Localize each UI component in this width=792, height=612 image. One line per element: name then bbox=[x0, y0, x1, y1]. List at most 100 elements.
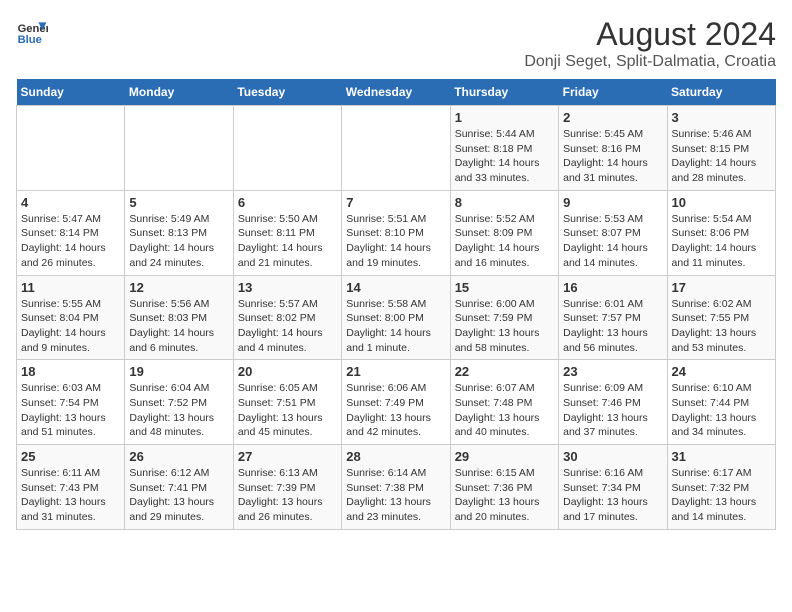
day-number: 3 bbox=[672, 110, 771, 125]
day-number: 15 bbox=[455, 280, 554, 295]
calendar-cell: 30Sunrise: 6:16 AM Sunset: 7:34 PM Dayli… bbox=[559, 445, 667, 530]
col-header-thursday: Thursday bbox=[450, 79, 558, 106]
day-number: 5 bbox=[129, 195, 228, 210]
day-detail: Sunrise: 6:12 AM Sunset: 7:41 PM Dayligh… bbox=[129, 466, 228, 525]
calendar-cell: 3 Sunrise: 5:46 AM Sunset: 8:15 PM Daylig… bbox=[667, 106, 775, 191]
day-number: 13 bbox=[238, 280, 337, 295]
day-number: 11 bbox=[21, 280, 120, 295]
svg-text:Blue: Blue bbox=[18, 34, 42, 46]
day-detail: Sunrise: 6:00 AM Sunset: 7:59 PM Dayligh… bbox=[455, 297, 554, 356]
day-detail: Sunrise: 6:17 AM Sunset: 7:32 PM Dayligh… bbox=[672, 466, 771, 525]
day-detail: Sunrise: 6:04 AM Sunset: 7:52 PM Dayligh… bbox=[129, 381, 228, 440]
calendar-cell: 4Sunrise: 5:47 AM Sunset: 8:14 PM Daylig… bbox=[17, 190, 125, 275]
day-number: 8 bbox=[455, 195, 554, 210]
col-header-wednesday: Wednesday bbox=[342, 79, 450, 106]
day-detail: Sunrise: 5:56 AM Sunset: 8:03 PM Dayligh… bbox=[129, 297, 228, 356]
calendar-cell: 5 Sunrise: 5:49 AM Sunset: 8:13 PM Daylig… bbox=[125, 190, 233, 275]
day-number: 18 bbox=[21, 364, 120, 379]
calendar-week-4: 18 Sunrise: 6:03 AM Sunset: 7:54 PM Dayli… bbox=[17, 360, 776, 445]
title-block: August 2024 Donji Seget, Split-Dalmatia,… bbox=[524, 16, 776, 71]
day-number: 31 bbox=[672, 449, 771, 464]
day-detail: Sunrise: 5:50 AM Sunset: 8:11 PM Dayligh… bbox=[238, 212, 337, 271]
day-detail: Sunrise: 6:15 AM Sunset: 7:36 PM Dayligh… bbox=[455, 466, 554, 525]
day-number: 7 bbox=[346, 195, 445, 210]
day-detail: Sunrise: 6:14 AM Sunset: 7:38 PM Dayligh… bbox=[346, 466, 445, 525]
calendar-cell: 2 Sunrise: 5:45 AM Sunset: 8:16 PM Daylig… bbox=[559, 106, 667, 191]
day-detail: Sunrise: 5:44 AM Sunset: 8:18 PM Dayligh… bbox=[455, 127, 554, 186]
calendar-cell: 13 Sunrise: 5:57 AM Sunset: 8:02 PM Dayli… bbox=[233, 275, 341, 360]
calendar-table: SundayMondayTuesdayWednesdayThursdayFrid… bbox=[16, 79, 776, 530]
calendar-cell: 1 Sunrise: 5:44 AM Sunset: 8:18 PM Daylig… bbox=[450, 106, 558, 191]
day-number: 25 bbox=[21, 449, 120, 464]
calendar-week-1: 1 Sunrise: 5:44 AM Sunset: 8:18 PM Daylig… bbox=[17, 106, 776, 191]
page-subtitle: Donji Seget, Split-Dalmatia, Croatia bbox=[524, 53, 776, 71]
day-detail: Sunrise: 6:03 AM Sunset: 7:54 PM Dayligh… bbox=[21, 381, 120, 440]
day-detail: Sunrise: 5:57 AM Sunset: 8:02 PM Dayligh… bbox=[238, 297, 337, 356]
calendar-cell: 9Sunrise: 5:53 AM Sunset: 8:07 PM Daylig… bbox=[559, 190, 667, 275]
day-number: 14 bbox=[346, 280, 445, 295]
day-number: 9 bbox=[563, 195, 662, 210]
calendar-cell: 19 Sunrise: 6:04 AM Sunset: 7:52 PM Dayli… bbox=[125, 360, 233, 445]
day-number: 10 bbox=[672, 195, 771, 210]
day-detail: Sunrise: 5:49 AM Sunset: 8:13 PM Dayligh… bbox=[129, 212, 228, 271]
day-number: 1 bbox=[455, 110, 554, 125]
day-number: 20 bbox=[238, 364, 337, 379]
calendar-cell: 22 Sunrise: 6:07 AM Sunset: 7:48 PM Dayli… bbox=[450, 360, 558, 445]
calendar-week-5: 25 Sunrise: 6:11 AM Sunset: 7:43 PM Dayli… bbox=[17, 445, 776, 530]
day-number: 23 bbox=[563, 364, 662, 379]
page-title: August 2024 bbox=[524, 16, 776, 53]
day-detail: Sunrise: 6:01 AM Sunset: 7:57 PM Dayligh… bbox=[563, 297, 662, 356]
calendar-cell: 11 Sunrise: 5:55 AM Sunset: 8:04 PM Dayli… bbox=[17, 275, 125, 360]
calendar-cell: 21 Sunrise: 6:06 AM Sunset: 7:49 PM Dayli… bbox=[342, 360, 450, 445]
day-number: 4 bbox=[21, 195, 120, 210]
day-detail: Sunrise: 5:51 AM Sunset: 8:10 PM Dayligh… bbox=[346, 212, 445, 271]
calendar-cell: 8 Sunrise: 5:52 AM Sunset: 8:09 PM Daylig… bbox=[450, 190, 558, 275]
day-detail: Sunrise: 5:55 AM Sunset: 8:04 PM Dayligh… bbox=[21, 297, 120, 356]
calendar-cell: 28 Sunrise: 6:14 AM Sunset: 7:38 PM Dayli… bbox=[342, 445, 450, 530]
day-number: 24 bbox=[672, 364, 771, 379]
day-detail: Sunrise: 6:13 AM Sunset: 7:39 PM Dayligh… bbox=[238, 466, 337, 525]
day-detail: Sunrise: 6:11 AM Sunset: 7:43 PM Dayligh… bbox=[21, 466, 120, 525]
day-number: 22 bbox=[455, 364, 554, 379]
day-detail: Sunrise: 5:46 AM Sunset: 8:15 PM Dayligh… bbox=[672, 127, 771, 186]
day-number: 21 bbox=[346, 364, 445, 379]
day-detail: Sunrise: 5:52 AM Sunset: 8:09 PM Dayligh… bbox=[455, 212, 554, 271]
calendar-cell: 26Sunrise: 6:12 AM Sunset: 7:41 PM Dayli… bbox=[125, 445, 233, 530]
calendar-week-2: 4Sunrise: 5:47 AM Sunset: 8:14 PM Daylig… bbox=[17, 190, 776, 275]
calendar-cell: 15 Sunrise: 6:00 AM Sunset: 7:59 PM Dayli… bbox=[450, 275, 558, 360]
day-detail: Sunrise: 6:05 AM Sunset: 7:51 PM Dayligh… bbox=[238, 381, 337, 440]
day-number: 12 bbox=[129, 280, 228, 295]
calendar-header-row: SundayMondayTuesdayWednesdayThursdayFrid… bbox=[17, 79, 776, 106]
calendar-week-3: 11 Sunrise: 5:55 AM Sunset: 8:04 PM Dayli… bbox=[17, 275, 776, 360]
page-header: General Blue August 2024 Donji Seget, Sp… bbox=[16, 16, 776, 71]
col-header-saturday: Saturday bbox=[667, 79, 775, 106]
col-header-tuesday: Tuesday bbox=[233, 79, 341, 106]
calendar-cell bbox=[125, 106, 233, 191]
calendar-cell: 6 Sunrise: 5:50 AM Sunset: 8:11 PM Daylig… bbox=[233, 190, 341, 275]
day-detail: Sunrise: 6:02 AM Sunset: 7:55 PM Dayligh… bbox=[672, 297, 771, 356]
calendar-cell: 14 Sunrise: 5:58 AM Sunset: 8:00 PM Dayli… bbox=[342, 275, 450, 360]
day-number: 19 bbox=[129, 364, 228, 379]
col-header-friday: Friday bbox=[559, 79, 667, 106]
day-number: 2 bbox=[563, 110, 662, 125]
day-detail: Sunrise: 5:45 AM Sunset: 8:16 PM Dayligh… bbox=[563, 127, 662, 186]
calendar-cell: 7 Sunrise: 5:51 AM Sunset: 8:10 PM Daylig… bbox=[342, 190, 450, 275]
day-number: 29 bbox=[455, 449, 554, 464]
day-detail: Sunrise: 6:10 AM Sunset: 7:44 PM Dayligh… bbox=[672, 381, 771, 440]
calendar-cell: 27 Sunrise: 6:13 AM Sunset: 7:39 PM Dayli… bbox=[233, 445, 341, 530]
day-detail: Sunrise: 5:58 AM Sunset: 8:00 PM Dayligh… bbox=[346, 297, 445, 356]
day-number: 6 bbox=[238, 195, 337, 210]
col-header-sunday: Sunday bbox=[17, 79, 125, 106]
calendar-cell bbox=[17, 106, 125, 191]
day-number: 28 bbox=[346, 449, 445, 464]
col-header-monday: Monday bbox=[125, 79, 233, 106]
calendar-cell: 29 Sunrise: 6:15 AM Sunset: 7:36 PM Dayli… bbox=[450, 445, 558, 530]
day-number: 30 bbox=[563, 449, 662, 464]
calendar-cell: 10Sunrise: 5:54 AM Sunset: 8:06 PM Dayli… bbox=[667, 190, 775, 275]
day-number: 17 bbox=[672, 280, 771, 295]
day-detail: Sunrise: 6:06 AM Sunset: 7:49 PM Dayligh… bbox=[346, 381, 445, 440]
calendar-cell bbox=[233, 106, 341, 191]
day-number: 27 bbox=[238, 449, 337, 464]
calendar-cell bbox=[342, 106, 450, 191]
day-detail: Sunrise: 6:07 AM Sunset: 7:48 PM Dayligh… bbox=[455, 381, 554, 440]
